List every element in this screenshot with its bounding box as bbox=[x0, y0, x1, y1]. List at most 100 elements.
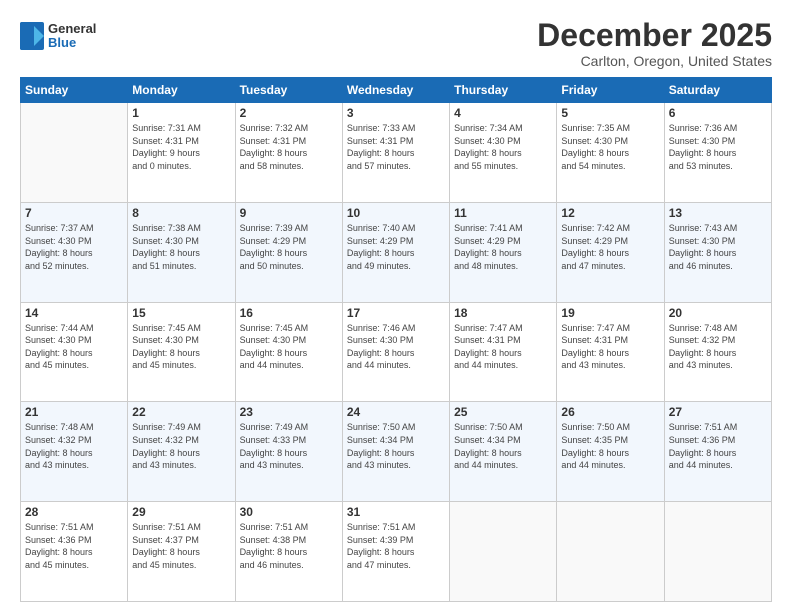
calendar-cell: 6 Sunrise: 7:36 AMSunset: 4:30 PMDaylight… bbox=[664, 103, 771, 203]
calendar-cell: 11Sunrise: 7:41 AMSunset: 4:29 PMDayligh… bbox=[450, 202, 557, 302]
calendar-cell: 15 Sunrise: 7:45 AMSunset: 4:30 PMDayligh… bbox=[128, 302, 235, 402]
day-content: Sunrise: 7:51 AMSunset: 4:39 PMDaylight:… bbox=[347, 521, 445, 571]
calendar-body: 1 Sunrise: 7:31 AMSunset: 4:31 PMDaylight… bbox=[21, 103, 772, 602]
day-number: 16 bbox=[240, 306, 338, 320]
day-content: Sunrise: 7:33 AMSunset: 4:31 PMDaylight:… bbox=[347, 122, 445, 172]
day-number: 6 bbox=[669, 106, 767, 120]
logo-blue: Blue bbox=[48, 36, 96, 50]
calendar-table: SundayMondayTuesdayWednesdayThursdayFrid… bbox=[20, 77, 772, 602]
day-content: Sunrise: 7:49 AMSunset: 4:32 PMDaylight:… bbox=[132, 421, 230, 471]
month-title: December 2025 bbox=[537, 18, 772, 53]
day-content: Sunrise: 7:50 AMSunset: 4:34 PMDaylight:… bbox=[347, 421, 445, 471]
day-number: 11 bbox=[454, 206, 552, 220]
calendar-cell bbox=[664, 502, 771, 602]
day-number: 1 bbox=[132, 106, 230, 120]
day-content: Sunrise: 7:45 AMSunset: 4:30 PMDaylight:… bbox=[132, 322, 230, 372]
day-number: 14 bbox=[25, 306, 123, 320]
header: General Blue December 2025 Carlton, Oreg… bbox=[20, 18, 772, 69]
day-number: 18 bbox=[454, 306, 552, 320]
day-number: 30 bbox=[240, 505, 338, 519]
calendar-cell: 9 Sunrise: 7:39 AMSunset: 4:29 PMDaylight… bbox=[235, 202, 342, 302]
calendar-cell: 19 Sunrise: 7:47 AMSunset: 4:31 PMDayligh… bbox=[557, 302, 664, 402]
calendar-cell: 27Sunrise: 7:51 AMSunset: 4:36 PMDayligh… bbox=[664, 402, 771, 502]
weekday-header-saturday: Saturday bbox=[664, 78, 771, 103]
day-content: Sunrise: 7:31 AMSunset: 4:31 PMDaylight:… bbox=[132, 122, 230, 172]
day-content: Sunrise: 7:50 AMSunset: 4:34 PMDaylight:… bbox=[454, 421, 552, 471]
day-content: Sunrise: 7:32 AMSunset: 4:31 PMDaylight:… bbox=[240, 122, 338, 172]
day-content: Sunrise: 7:37 AMSunset: 4:30 PMDaylight:… bbox=[25, 222, 123, 272]
weekday-header-friday: Friday bbox=[557, 78, 664, 103]
calendar-cell: 17Sunrise: 7:46 AMSunset: 4:30 PMDayligh… bbox=[342, 302, 449, 402]
day-number: 3 bbox=[347, 106, 445, 120]
calendar-cell: 30 Sunrise: 7:51 AMSunset: 4:38 PMDayligh… bbox=[235, 502, 342, 602]
day-content: Sunrise: 7:50 AMSunset: 4:35 PMDaylight:… bbox=[561, 421, 659, 471]
day-content: Sunrise: 7:45 AMSunset: 4:30 PMDaylight:… bbox=[240, 322, 338, 372]
day-number: 28 bbox=[25, 505, 123, 519]
calendar-cell: 28 Sunrise: 7:51 AMSunset: 4:36 PMDayligh… bbox=[21, 502, 128, 602]
calendar-cell: 13Sunrise: 7:43 AMSunset: 4:30 PMDayligh… bbox=[664, 202, 771, 302]
day-number: 17 bbox=[347, 306, 445, 320]
calendar-cell: 16 Sunrise: 7:45 AMSunset: 4:30 PMDayligh… bbox=[235, 302, 342, 402]
calendar-cell: 10Sunrise: 7:40 AMSunset: 4:29 PMDayligh… bbox=[342, 202, 449, 302]
calendar-cell bbox=[557, 502, 664, 602]
calendar-cell bbox=[21, 103, 128, 203]
calendar-cell: 29 Sunrise: 7:51 AMSunset: 4:37 PMDayligh… bbox=[128, 502, 235, 602]
day-number: 21 bbox=[25, 405, 123, 419]
logo-icon bbox=[20, 22, 44, 50]
day-number: 22 bbox=[132, 405, 230, 419]
calendar-cell: 22 Sunrise: 7:49 AMSunset: 4:32 PMDayligh… bbox=[128, 402, 235, 502]
day-number: 15 bbox=[132, 306, 230, 320]
day-content: Sunrise: 7:36 AMSunset: 4:30 PMDaylight:… bbox=[669, 122, 767, 172]
calendar-cell: 7 Sunrise: 7:37 AMSunset: 4:30 PMDaylight… bbox=[21, 202, 128, 302]
weekday-header-wednesday: Wednesday bbox=[342, 78, 449, 103]
day-number: 10 bbox=[347, 206, 445, 220]
day-number: 4 bbox=[454, 106, 552, 120]
day-content: Sunrise: 7:48 AMSunset: 4:32 PMDaylight:… bbox=[25, 421, 123, 471]
location: Carlton, Oregon, United States bbox=[537, 53, 772, 69]
day-number: 26 bbox=[561, 405, 659, 419]
day-content: Sunrise: 7:51 AMSunset: 4:38 PMDaylight:… bbox=[240, 521, 338, 571]
day-number: 23 bbox=[240, 405, 338, 419]
logo-general: General bbox=[48, 22, 96, 36]
day-content: Sunrise: 7:34 AMSunset: 4:30 PMDaylight:… bbox=[454, 122, 552, 172]
day-content: Sunrise: 7:43 AMSunset: 4:30 PMDaylight:… bbox=[669, 222, 767, 272]
day-number: 9 bbox=[240, 206, 338, 220]
day-content: Sunrise: 7:47 AMSunset: 4:31 PMDaylight:… bbox=[454, 322, 552, 372]
day-number: 2 bbox=[240, 106, 338, 120]
calendar-cell: 5 Sunrise: 7:35 AMSunset: 4:30 PMDaylight… bbox=[557, 103, 664, 203]
calendar-cell: 3 Sunrise: 7:33 AMSunset: 4:31 PMDaylight… bbox=[342, 103, 449, 203]
calendar-cell: 18 Sunrise: 7:47 AMSunset: 4:31 PMDayligh… bbox=[450, 302, 557, 402]
day-content: Sunrise: 7:51 AMSunset: 4:36 PMDaylight:… bbox=[669, 421, 767, 471]
day-number: 20 bbox=[669, 306, 767, 320]
calendar-cell: 21 Sunrise: 7:48 AMSunset: 4:32 PMDayligh… bbox=[21, 402, 128, 502]
weekday-header-tuesday: Tuesday bbox=[235, 78, 342, 103]
weekday-header-thursday: Thursday bbox=[450, 78, 557, 103]
day-content: Sunrise: 7:48 AMSunset: 4:32 PMDaylight:… bbox=[669, 322, 767, 372]
day-number: 8 bbox=[132, 206, 230, 220]
day-content: Sunrise: 7:47 AMSunset: 4:31 PMDaylight:… bbox=[561, 322, 659, 372]
day-content: Sunrise: 7:39 AMSunset: 4:29 PMDaylight:… bbox=[240, 222, 338, 272]
calendar-cell: 20 Sunrise: 7:48 AMSunset: 4:32 PMDayligh… bbox=[664, 302, 771, 402]
day-content: Sunrise: 7:49 AMSunset: 4:33 PMDaylight:… bbox=[240, 421, 338, 471]
day-content: Sunrise: 7:51 AMSunset: 4:37 PMDaylight:… bbox=[132, 521, 230, 571]
calendar-cell: 25 Sunrise: 7:50 AMSunset: 4:34 PMDayligh… bbox=[450, 402, 557, 502]
calendar-cell: 1 Sunrise: 7:31 AMSunset: 4:31 PMDaylight… bbox=[128, 103, 235, 203]
calendar-cell: 14Sunrise: 7:44 AMSunset: 4:30 PMDayligh… bbox=[21, 302, 128, 402]
title-block: December 2025 Carlton, Oregon, United St… bbox=[537, 18, 772, 69]
weekday-row: SundayMondayTuesdayWednesdayThursdayFrid… bbox=[21, 78, 772, 103]
calendar-week-2: 14Sunrise: 7:44 AMSunset: 4:30 PMDayligh… bbox=[21, 302, 772, 402]
calendar-week-1: 7 Sunrise: 7:37 AMSunset: 4:30 PMDaylight… bbox=[21, 202, 772, 302]
day-number: 25 bbox=[454, 405, 552, 419]
day-content: Sunrise: 7:38 AMSunset: 4:30 PMDaylight:… bbox=[132, 222, 230, 272]
day-content: Sunrise: 7:51 AMSunset: 4:36 PMDaylight:… bbox=[25, 521, 123, 571]
logo: General Blue bbox=[20, 22, 96, 51]
calendar-cell: 8 Sunrise: 7:38 AMSunset: 4:30 PMDaylight… bbox=[128, 202, 235, 302]
weekday-header-monday: Monday bbox=[128, 78, 235, 103]
day-number: 5 bbox=[561, 106, 659, 120]
day-content: Sunrise: 7:35 AMSunset: 4:30 PMDaylight:… bbox=[561, 122, 659, 172]
day-number: 19 bbox=[561, 306, 659, 320]
calendar-header: SundayMondayTuesdayWednesdayThursdayFrid… bbox=[21, 78, 772, 103]
day-number: 7 bbox=[25, 206, 123, 220]
calendar-cell: 31Sunrise: 7:51 AMSunset: 4:39 PMDayligh… bbox=[342, 502, 449, 602]
day-number: 29 bbox=[132, 505, 230, 519]
